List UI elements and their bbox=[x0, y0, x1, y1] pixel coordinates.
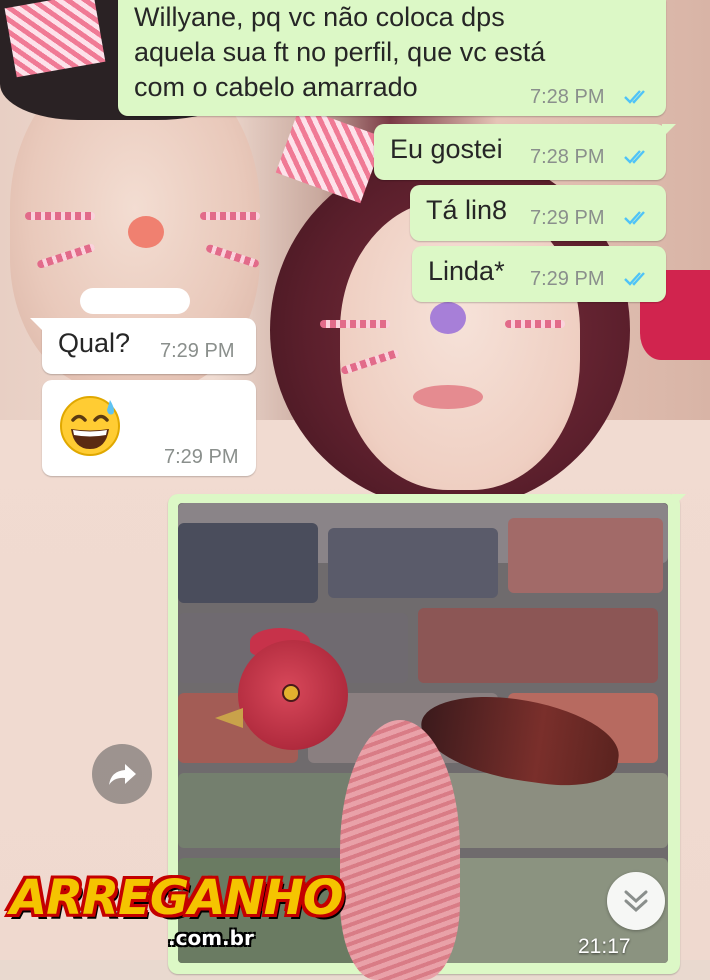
bubble-tail bbox=[662, 124, 676, 138]
double-chevron-down-icon bbox=[624, 890, 648, 913]
rooster-beak bbox=[215, 708, 243, 728]
message-text: Linda* bbox=[428, 256, 505, 286]
bubble-tail bbox=[672, 494, 686, 508]
message-time: 7:28 PM bbox=[530, 146, 605, 168]
bubble-tail bbox=[30, 318, 44, 332]
grinning-sweat-emoji bbox=[58, 394, 122, 458]
rooster-neck bbox=[340, 720, 460, 980]
forward-button[interactable] bbox=[92, 744, 152, 804]
message-text: Willyane, pq vc não coloca dps bbox=[134, 2, 505, 32]
cat-nose-filter bbox=[128, 216, 164, 248]
message-time: 7:29 PM bbox=[164, 446, 239, 468]
image-time: 21:17 bbox=[578, 935, 631, 958]
message-text: Eu gostei bbox=[390, 134, 503, 164]
share-forward-icon bbox=[109, 764, 136, 785]
message-bubble-incoming[interactable]: Qual? 7:29 PM bbox=[30, 318, 256, 374]
cat-whisker bbox=[320, 320, 390, 328]
cat-whisker bbox=[25, 212, 95, 220]
rooster-eye bbox=[282, 684, 300, 702]
read-double-check-icon bbox=[624, 211, 645, 225]
watermark-logo: ARREGANHO .com.br bbox=[8, 868, 344, 958]
wallpaper-smile bbox=[80, 288, 190, 314]
message-bubble-outgoing[interactable]: Willyane, pq vc não coloca dps aquela su… bbox=[118, 0, 666, 116]
message-time: 7:29 PM bbox=[530, 207, 605, 229]
read-double-check-icon bbox=[624, 150, 645, 164]
wallpaper-lips bbox=[413, 385, 483, 409]
cat-whisker bbox=[505, 320, 565, 328]
cat-whisker bbox=[200, 212, 260, 220]
read-double-check-icon bbox=[624, 90, 645, 104]
scroll-to-bottom-button[interactable] bbox=[607, 872, 665, 930]
message-text: Qual? bbox=[58, 328, 131, 358]
watermark-domain: .com.br bbox=[168, 926, 254, 950]
message-time: 7:29 PM bbox=[160, 340, 235, 362]
message-time: 7:28 PM bbox=[530, 86, 605, 108]
message-text: Tá lin8 bbox=[426, 195, 508, 225]
message-bubble-outgoing[interactable]: Linda* 7:29 PM bbox=[412, 246, 666, 302]
cat-nose-filter bbox=[430, 302, 466, 334]
message-bubble-incoming[interactable]: 😅 7:29 PM bbox=[42, 380, 256, 476]
message-text: com o cabelo amarrado bbox=[134, 72, 418, 102]
message-bubble-outgoing[interactable]: Tá lin8 7:29 PM bbox=[410, 185, 666, 241]
watermark-name: ARREGANHO bbox=[10, 870, 344, 926]
read-double-check-icon bbox=[624, 272, 645, 286]
message-bubble-outgoing[interactable]: Eu gostei 7:28 PM bbox=[374, 124, 676, 180]
message-text: aquela sua ft no perfil, que vc está bbox=[134, 37, 546, 67]
wallpaper-face-right bbox=[340, 200, 580, 490]
message-time: 7:29 PM bbox=[530, 268, 605, 290]
